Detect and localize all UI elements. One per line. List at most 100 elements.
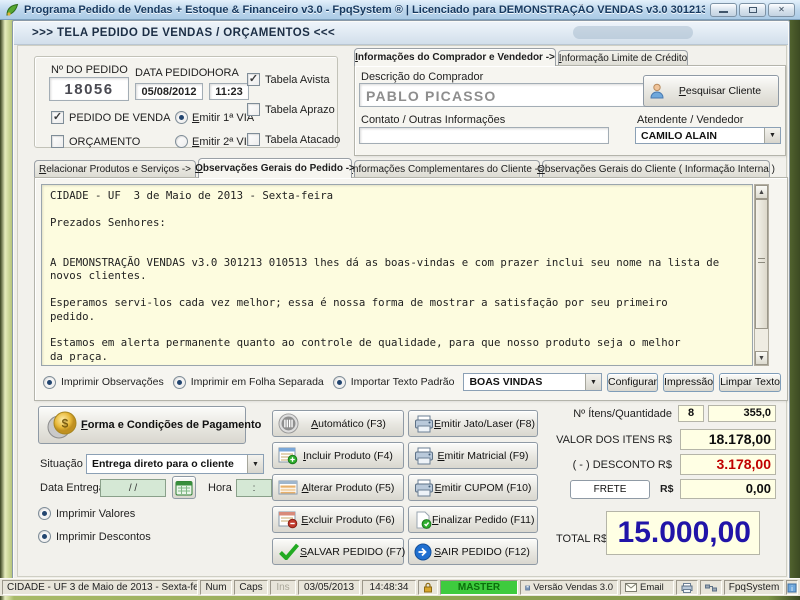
- screen-title: >>> TELA PEDIDO DE VENDAS / ORÇAMENTOS <…: [32, 27, 335, 39]
- emitir-cupom-button[interactable]: Emitir CUPOM (F10): [408, 474, 538, 501]
- status-email[interactable]: Email: [620, 580, 674, 595]
- memo-scrollbar[interactable]: ▲ ▼: [754, 184, 769, 366]
- atendente-label: Atendente / Vendedor: [637, 114, 743, 126]
- emitir-1via-label: Emitir 1ª VIA: [192, 112, 254, 124]
- valor-itens-label: VALOR DOS ITENS R$: [458, 434, 672, 446]
- buyer-panel: Descrição do Comprador PABLO PICASSO Pes…: [354, 65, 786, 156]
- tabela-atacado-checkbox[interactable]: [247, 133, 260, 146]
- importar-texto-padrao-radio[interactable]: [333, 376, 346, 389]
- tab-comprador-vendedor[interactable]: Informações do Comprador e Vendedor ->: [354, 48, 556, 66]
- status-bar: CIDADE - UF 3 de Maio de 2013 - Sexta-fe…: [0, 578, 800, 596]
- forma-pagamento-button[interactable]: $ Forma e Condições de Pagamento: [38, 406, 246, 444]
- tab-observacoes-pedido[interactable]: Observações Gerais do Pedido ->: [198, 158, 352, 178]
- emitir-2via-radio[interactable]: [175, 135, 188, 148]
- status-ins: Ins: [270, 580, 296, 595]
- orcamento-checkbox[interactable]: [51, 135, 64, 148]
- observations-panel: CIDADE - UF 3 de Maio de 2013 - Sexta-fe…: [34, 177, 788, 401]
- tab-limite-credito[interactable]: Informação Limite de Crédito: [558, 50, 688, 66]
- itens-field: 8: [678, 405, 704, 422]
- atendente-dropdown[interactable]: CAMILO ALAIN ▼: [635, 127, 781, 144]
- tabela-avista-label: Tabela Avista: [265, 74, 330, 86]
- restore-button[interactable]: [739, 3, 766, 17]
- window-title: Programa Pedido de Vendas + Estoque & Fi…: [24, 4, 705, 16]
- calendar-button[interactable]: [172, 476, 196, 499]
- status-master-badge: MASTER: [440, 580, 518, 595]
- document-check-icon: [414, 511, 432, 529]
- app-icon: [5, 3, 19, 17]
- tab-informacoes-complementares[interactable]: Informações Complementares do Cliente ->: [354, 160, 540, 177]
- buyer-description-label: Descrição do Comprador: [361, 71, 483, 83]
- info-icon: i: [787, 583, 797, 593]
- order-number-field[interactable]: 18056: [49, 77, 129, 101]
- tabela-aprazo-checkbox[interactable]: [247, 103, 260, 116]
- situacao-label: Situação: [40, 458, 83, 470]
- incluir-produto-button[interactable]: Incluir Produto (F4): [272, 442, 404, 469]
- scroll-down-icon[interactable]: ▼: [755, 351, 768, 365]
- scroll-up-icon[interactable]: ▲: [755, 185, 768, 199]
- alterar-produto-button[interactable]: Alterar Produto (F5): [272, 474, 404, 501]
- barcode-icon: [278, 413, 299, 434]
- hora-entrega-field[interactable]: :: [236, 479, 272, 497]
- status-network-segment: [700, 580, 722, 595]
- observations-textarea[interactable]: CIDADE - UF 3 de Maio de 2013 - Sexta-fe…: [41, 184, 753, 366]
- status-time: 14:48:34: [362, 580, 416, 595]
- automatico-button[interactable]: Automático (F3): [272, 410, 404, 437]
- disk-icon: [525, 583, 530, 593]
- order-number-label: Nº DO PEDIDO: [51, 64, 128, 76]
- contato-field[interactable]: [359, 127, 609, 144]
- emitir-1via-radio[interactable]: [175, 111, 188, 124]
- finalizar-pedido-button[interactable]: Finalizar Pedido (F11): [408, 506, 538, 533]
- status-location: CIDADE - UF 3 de Maio de 2013 - Sexta-fe…: [2, 580, 198, 595]
- order-time-field[interactable]: 11:23: [209, 83, 249, 100]
- impressao-button[interactable]: Impressão: [663, 373, 714, 392]
- exit-arrow-icon: [414, 543, 432, 561]
- tab-observacoes-cliente[interactable]: Observações Gerais do Cliente ( Informaç…: [542, 160, 770, 177]
- data-entrega-field[interactable]: / /: [100, 479, 166, 497]
- frete-button[interactable]: FRETE: [570, 480, 650, 499]
- chevron-down-icon: ▼: [247, 455, 263, 473]
- sheet-remove-icon: [278, 511, 298, 529]
- sheet-edit-icon: [278, 479, 298, 497]
- person-icon: [648, 82, 666, 100]
- limpar-texto-button[interactable]: Limpar Texto: [719, 373, 781, 392]
- status-version: Versão Vendas 3.0: [520, 580, 618, 595]
- situacao-dropdown[interactable]: Entrega direto para o cliente ▼: [86, 454, 264, 474]
- printer-icon: [414, 415, 434, 433]
- imprimir-folha-separada-radio[interactable]: [173, 376, 186, 389]
- check-icon: [278, 543, 300, 560]
- orcamento-label: ORÇAMENTO: [69, 136, 140, 148]
- tabela-aprazo-label: Tabela Aprazo: [265, 104, 335, 116]
- total-field: 15.000,00: [606, 511, 760, 555]
- imprimir-valores-radio[interactable]: [38, 507, 51, 520]
- hora-entrega-label: Hora: [208, 482, 232, 494]
- imprimir-observacoes-radio[interactable]: [43, 376, 56, 389]
- status-date: 03/05/2013: [298, 580, 360, 595]
- header-watermark: [573, 26, 693, 39]
- excluir-produto-button[interactable]: Excluir Produto (F6): [272, 506, 404, 533]
- tabela-avista-checkbox[interactable]: [247, 73, 260, 86]
- texto-padrao-dropdown[interactable]: BOAS VINDAS ▼: [463, 373, 602, 391]
- tab-relacionar-produtos[interactable]: Relacionar Produtos e Serviços ->: [34, 160, 196, 177]
- order-date-field[interactable]: 05/08/2012: [135, 83, 203, 100]
- close-button[interactable]: ✕: [768, 3, 795, 17]
- network-icon: [705, 584, 717, 592]
- buyer-name-field[interactable]: PABLO PICASSO: [359, 83, 661, 107]
- calendar-icon: [175, 480, 193, 496]
- pesquisar-cliente-button[interactable]: Pesquisar Cliente: [643, 75, 779, 107]
- minimize-button[interactable]: [710, 3, 737, 17]
- imprimir-descontos-radio[interactable]: [38, 530, 51, 543]
- itens-quantidade-label: Nº Ítens/Quantidade: [458, 408, 672, 420]
- order-date-label: DATA PEDIDO: [135, 67, 207, 79]
- imprimir-observacoes-label: Imprimir Observações: [61, 376, 164, 388]
- chevron-down-icon: ▼: [764, 128, 780, 143]
- configurar-button[interactable]: Configurar: [607, 373, 658, 392]
- status-lock-segment: [418, 580, 438, 595]
- total-label: TOTAL R$: [556, 533, 607, 545]
- pedido-venda-checkbox[interactable]: [51, 111, 64, 124]
- sair-pedido-button[interactable]: SAIR PEDIDO (F12): [408, 538, 538, 565]
- scrollbar-thumb[interactable]: [755, 199, 768, 329]
- data-entrega-label: Data Entrega: [40, 482, 105, 494]
- pedido-venda-label: PEDIDO DE VENDA: [69, 112, 170, 124]
- quantidade-field: 355,0: [708, 405, 776, 422]
- salvar-pedido-button[interactable]: SALVAR PEDIDO (F7): [272, 538, 404, 565]
